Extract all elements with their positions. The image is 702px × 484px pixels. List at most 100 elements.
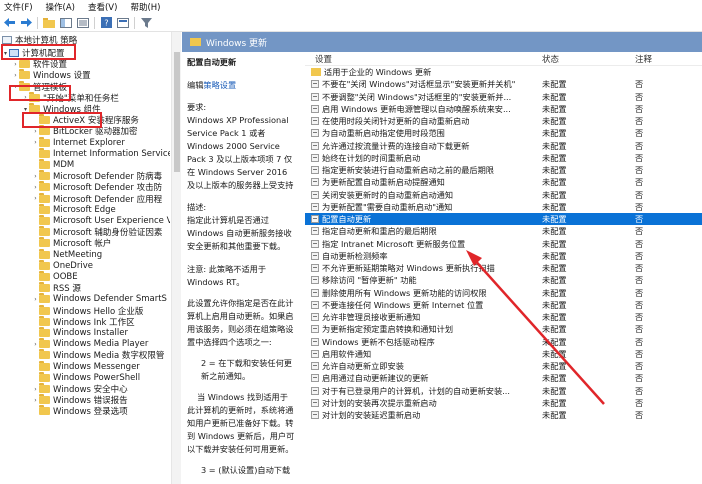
tree-item[interactable]: › Microsoft Defender 防病毒	[32, 170, 162, 182]
tree-item[interactable]: › Microsoft Defender 应用程	[32, 192, 162, 205]
filter-icon[interactable]	[139, 16, 153, 30]
policy-doc-icon	[2, 36, 12, 44]
setting-row[interactable]: Windows 更新不包括驱动程序 未配置 否	[305, 336, 702, 348]
expand-icon[interactable]: ›	[32, 173, 39, 180]
tree-item[interactable]: › Internet Explorer	[32, 136, 125, 149]
menu-help[interactable]: 帮助(H)	[130, 1, 160, 13]
column-comment[interactable]: 注释	[627, 53, 702, 65]
setting-row[interactable]: 指定 Intranet Microsoft 更新服务位置 未配置 否	[305, 238, 702, 250]
expand-icon[interactable]: ›	[32, 397, 39, 404]
tree-item[interactable]: › Windows 安全中心	[32, 383, 128, 395]
expand-icon[interactable]: ›	[12, 72, 19, 79]
tree-item[interactable]: OneDrive	[32, 259, 93, 272]
setting-name: 不要在"关闭 Windows"对话框显示"安装更新并关机"	[322, 79, 516, 90]
folder-icon	[39, 170, 50, 181]
tree-item[interactable]: Microsoft 辅助身份验证因素	[32, 226, 162, 238]
setting-row[interactable]: 为更新指定预定重启转换和通知计划 未配置 否	[305, 323, 702, 335]
expand-icon[interactable]: ›	[32, 195, 39, 202]
menu-file[interactable]: 文件(F)	[4, 1, 33, 13]
tree-item[interactable]: › Windows Media Player	[32, 338, 148, 350]
tree-item[interactable]: RSS 源	[32, 282, 81, 294]
tree-item[interactable]: Windows Hello 企业版	[32, 304, 143, 317]
tree-item-label: OneDrive	[53, 260, 93, 271]
setting-row[interactable]: 关闭安装更新时的自动重新启动通知 未配置 否	[305, 189, 702, 201]
tree-item[interactable]: Microsoft 帐户	[32, 237, 111, 249]
tree-item[interactable]: › Windows Defender SmartS	[32, 293, 167, 305]
setting-name: 在使用时段关闭针对更新的自动重新启动	[322, 116, 470, 127]
setting-row[interactable]: 指定自动更新和重启的最后期限 未配置 否	[305, 225, 702, 237]
setting-row[interactable]: 允许自动更新立即安装 未配置 否	[305, 360, 702, 372]
setting-row[interactable]: 对计划的安装再次提示重新启动 未配置 否	[305, 397, 702, 409]
tree-scrollbar[interactable]	[171, 32, 181, 484]
help-icon[interactable]: ?	[99, 16, 113, 30]
setting-row[interactable]: 启用 Windows 更新电源管理以自动唤醒系统来安... 未配置 否	[305, 103, 702, 115]
tree-item[interactable]: Internet Information Service	[32, 147, 170, 160]
up-folder-icon[interactable]	[42, 16, 56, 30]
setting-row[interactable]: 对于有已登录用户的计算机，计划的自动更新安装... 未配置 否	[305, 385, 702, 397]
setting-row[interactable]: 为自动重新启动指定使用时段范围 未配置 否	[305, 127, 702, 139]
setting-state: 未配置	[542, 250, 567, 261]
forward-arrow-icon[interactable]	[19, 16, 33, 30]
setting-row[interactable]: 删除使用所有 Windows 更新功能的访问权限 未配置 否	[305, 287, 702, 299]
tree-item[interactable]: Windows Ink 工作区	[32, 315, 135, 328]
menu-view[interactable]: 查看(V)	[88, 1, 117, 13]
tree-item-label: Microsoft User Experience V	[53, 216, 170, 226]
tree-item[interactable]: OOBE	[32, 271, 78, 283]
folder-icon	[39, 248, 50, 259]
tree-scrollbar-thumb[interactable]	[174, 52, 180, 172]
tree-item[interactable]: Windows Installer	[32, 327, 128, 339]
setting-row[interactable]: 不要在"关闭 Windows"对话框显示"安装更新并关机" 未配置 否	[305, 78, 702, 90]
setting-name: 启用通过自动更新建议的更新	[322, 373, 429, 384]
tree-item[interactable]: Windows Messenger	[32, 360, 140, 373]
selected-setting-row[interactable]: 配置自动更新 未配置 否	[305, 213, 702, 226]
tree-item[interactable]: Windows 登录选项	[32, 405, 128, 417]
properties-icon[interactable]	[116, 16, 130, 30]
export-list-icon[interactable]	[76, 16, 90, 30]
setting-comment: 否	[635, 116, 644, 127]
tree-item[interactable]: NetMeeting	[32, 248, 102, 261]
setting-row[interactable]: 适用于企业的 Windows 更新	[305, 66, 702, 78]
setting-comment: 否	[635, 373, 644, 384]
expand-icon[interactable]: ›	[32, 386, 39, 393]
expand-icon[interactable]: ›	[12, 61, 19, 68]
expand-icon[interactable]: ›	[32, 341, 39, 348]
column-state[interactable]: 状态	[530, 53, 627, 65]
tree-item[interactable]: Microsoft Edge	[32, 203, 116, 216]
tree-item[interactable]: › Microsoft Defender 攻击防	[32, 181, 162, 193]
setting-row[interactable]: 指定更新安装进行自动重新启动之前的最后期限 未配置 否	[305, 164, 702, 176]
tree-item[interactable]: › Windows 设置	[12, 69, 91, 81]
setting-row[interactable]: 在使用时段关闭针对更新的自动重新启动 未配置 否	[305, 115, 702, 127]
expand-icon[interactable]: ›	[32, 128, 39, 135]
setting-row[interactable]: 不允许更新延期策略对 Windows 更新执行扫描 未配置 否	[305, 262, 702, 274]
menu-action[interactable]: 操作(A)	[46, 1, 75, 13]
setting-row[interactable]: 允许非管理员接收更新通知 未配置 否	[305, 311, 702, 323]
setting-row[interactable]: 启用通过自动更新建议的更新 未配置 否	[305, 372, 702, 384]
back-arrow-icon[interactable]	[2, 16, 16, 30]
tree-item[interactable]: › Windows 错误报告	[32, 394, 128, 406]
setting-state: 未配置	[542, 385, 567, 396]
setting-row[interactable]: 启用软件通知 未配置 否	[305, 348, 702, 360]
setting-row[interactable]: 允许通过按流量计费的连接自动下载更新 未配置 否	[305, 140, 702, 152]
console-tree-icon[interactable]	[59, 16, 73, 30]
setting-row[interactable]: 不要连接任何 Windows 更新 Internet 位置 未配置 否	[305, 299, 702, 311]
header-title: Windows 更新	[206, 38, 268, 49]
setting-row[interactable]: 对计划的安装延迟重新启动 未配置 否	[305, 409, 702, 421]
tree-item[interactable]: Windows PowerShell	[32, 371, 140, 384]
expand-icon[interactable]: ›	[32, 296, 39, 303]
tree-item[interactable]: MDM	[32, 159, 74, 171]
tree-item[interactable]: Windows Media 数字权限管	[32, 349, 164, 361]
expand-icon[interactable]: ›	[32, 184, 39, 191]
edit-policy-link[interactable]: 策略设置	[203, 80, 236, 90]
setting-row[interactable]: 不要调整"关闭 Windows"对话框里的"安装更新并... 未配置 否	[305, 91, 702, 103]
setting-name: 为自动重新启动指定使用时段范围	[322, 128, 445, 139]
setting-name: 适用于企业的 Windows 更新	[324, 67, 432, 78]
column-setting[interactable]: 设置	[305, 53, 530, 65]
policy-setting-icon	[311, 411, 319, 420]
setting-row[interactable]: 为更新配置自动重新启动提醒通知 未配置 否	[305, 176, 702, 188]
setting-row[interactable]: 自动更新检测频率 未配置 否	[305, 250, 702, 262]
tree-item[interactable]: Microsoft User Experience V	[32, 215, 170, 227]
setting-row[interactable]: 始终在计划的时间重新启动 未配置 否	[305, 152, 702, 164]
setting-row[interactable]: 移除访问 "暂停更新" 功能 未配置 否	[305, 274, 702, 286]
expand-icon[interactable]: ›	[32, 139, 39, 146]
setting-row[interactable]: 为更新配置"需要自动重新启动"通知 未配置 否	[305, 201, 702, 213]
